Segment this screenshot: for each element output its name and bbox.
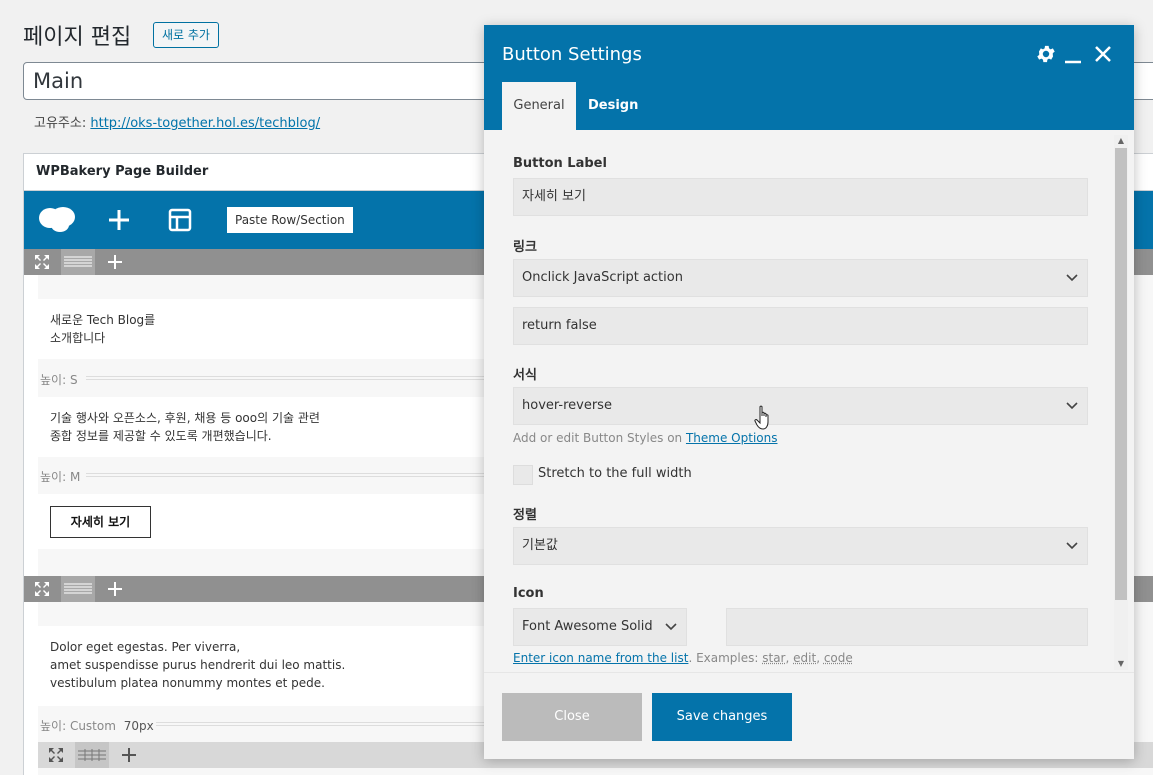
preview-button[interactable]: 자세히 보기 — [50, 506, 151, 538]
icon-library-value: Font Awesome Solid — [522, 619, 653, 634]
style-select[interactable]: hover-reverse — [513, 387, 1088, 425]
page-title: 페이지 편집 — [23, 25, 132, 50]
modal-footer: Close Save changes — [484, 672, 1134, 759]
spacer-divider — [86, 473, 486, 477]
text-line: Dolor eget egestas. Per viverra, — [50, 640, 241, 654]
spacer-custom-label: 높이: Custom — [40, 719, 116, 733]
close-icon[interactable] — [1092, 43, 1114, 65]
modal-header: Button Settings General Design — [484, 25, 1134, 130]
add-new-button[interactable]: 새로 추가 — [153, 22, 219, 48]
button-label-input[interactable]: 자세히 보기 — [513, 178, 1088, 216]
row-drag-handle[interactable] — [75, 742, 109, 768]
gear-icon[interactable] — [1035, 43, 1057, 65]
minimize-icon[interactable] — [1062, 43, 1084, 65]
style-help: Add or edit Button Styles on Theme Optio… — [513, 431, 777, 445]
add-column-icon[interactable] — [107, 254, 123, 270]
modal-scrollbar[interactable]: ▲ ▼ — [1114, 135, 1128, 670]
theme-options-link[interactable]: Theme Options — [686, 431, 778, 445]
text-line: amet suspendisse purus hendrerit dui leo… — [50, 658, 346, 672]
add-column-icon[interactable] — [107, 581, 123, 597]
chevron-down-icon — [665, 623, 677, 631]
chevron-down-icon — [1066, 402, 1078, 410]
templates-icon[interactable] — [167, 207, 193, 233]
icon-example[interactable]: edit — [793, 651, 816, 665]
chevron-down-icon — [1066, 274, 1078, 282]
row-drag-handle[interactable] — [61, 249, 95, 275]
scroll-up-arrow[interactable]: ▲ — [1114, 135, 1128, 147]
permalink-link[interactable]: http://oks-together.hol.es/techblog/ — [90, 116, 320, 131]
modal-title: Button Settings — [502, 44, 642, 65]
align-select-value: 기본값 — [522, 538, 558, 553]
permalink: 고유주소: http://oks-together.hol.es/techblo… — [34, 112, 320, 131]
link-select-value: Onclick JavaScript action — [522, 270, 683, 285]
permalink-label: 고유주소: — [34, 116, 87, 131]
style-title: 서식 — [513, 368, 537, 383]
stretch-checkbox[interactable] — [513, 465, 533, 485]
style-select-value: hover-reverse — [522, 398, 612, 413]
drag-lines-icon — [64, 256, 92, 267]
wpbakery-logo-icon[interactable] — [38, 205, 76, 233]
expand-icon[interactable] — [48, 747, 64, 763]
modal-body: Button Label 자세히 보기 링크 Onclick JavaScrip… — [484, 130, 1134, 672]
align-select[interactable]: 기본값 — [513, 527, 1088, 565]
icon-title: Icon — [513, 586, 544, 601]
spacer-label: 높이: Custom 70px — [40, 717, 154, 734]
text-block[interactable]: 새로운 Tech Blog를 소개합니다 — [38, 299, 498, 359]
paste-row-button[interactable]: Paste Row/Section — [227, 207, 353, 233]
text-line: 새로운 Tech Blog를 — [50, 313, 156, 327]
close-button[interactable]: Close — [502, 693, 642, 741]
link-select[interactable]: Onclick JavaScript action — [513, 259, 1088, 297]
row-drag-handle[interactable] — [61, 576, 95, 602]
text-line: 종합 정보를 제공할 수 있도록 개편했습니다. — [50, 429, 272, 443]
text-block[interactable]: 기술 행사와 오픈소스, 후원, 채용 등 ooo의 기술 관련 종합 정보를 … — [38, 397, 498, 457]
expand-icon[interactable] — [34, 254, 50, 270]
add-element-icon[interactable] — [106, 207, 132, 233]
spacer-label: 높이: M — [40, 470, 81, 484]
style-help-prefix: Add or edit Button Styles on — [513, 431, 686, 445]
text-line: 소개합니다 — [50, 331, 106, 345]
stretch-label[interactable]: Stretch to the full width — [538, 466, 692, 481]
icon-list-link[interactable]: Enter icon name from the list — [513, 651, 688, 665]
link-title: 링크 — [513, 240, 537, 255]
hand-cursor-icon — [754, 405, 769, 430]
spacer-custom-value: 70px — [123, 719, 154, 733]
onclick-input[interactable]: return false — [513, 307, 1088, 345]
scroll-down-arrow[interactable]: ▼ — [1114, 658, 1128, 670]
chevron-down-icon — [1066, 542, 1078, 550]
expand-icon[interactable] — [34, 581, 50, 597]
icon-library-select[interactable]: Font Awesome Solid — [513, 608, 687, 646]
icon-example[interactable]: star — [762, 651, 785, 665]
drag-grid-icon — [78, 749, 106, 761]
add-column-icon[interactable] — [121, 747, 137, 763]
icon-example[interactable]: code — [824, 651, 853, 665]
icon-help: Enter icon name from the list. Examples:… — [513, 651, 853, 665]
drag-lines-icon — [64, 583, 92, 594]
icon-name-input[interactable] — [726, 608, 1088, 646]
text-line: vestibulum platea nonummy montes et pede… — [50, 676, 325, 690]
button-label-title: Button Label — [513, 156, 607, 171]
icon-help-examples: . Examples: — [688, 651, 763, 665]
spacer-label: 높이: S — [40, 373, 78, 387]
spacer-divider — [156, 722, 486, 726]
spacer-divider — [86, 376, 486, 380]
text-line: 기술 행사와 오픈소스, 후원, 채용 등 ooo의 기술 관련 — [50, 411, 320, 425]
align-title: 정렬 — [513, 508, 537, 523]
tab-design[interactable]: Design — [576, 82, 650, 130]
text-block[interactable]: Dolor eget egestas. Per viverra, amet su… — [38, 626, 498, 706]
button-settings-modal: Button Settings General Design Button La… — [484, 25, 1134, 759]
save-changes-button[interactable]: Save changes — [652, 693, 792, 741]
tab-general[interactable]: General — [502, 82, 576, 130]
scroll-thumb[interactable] — [1115, 148, 1127, 600]
